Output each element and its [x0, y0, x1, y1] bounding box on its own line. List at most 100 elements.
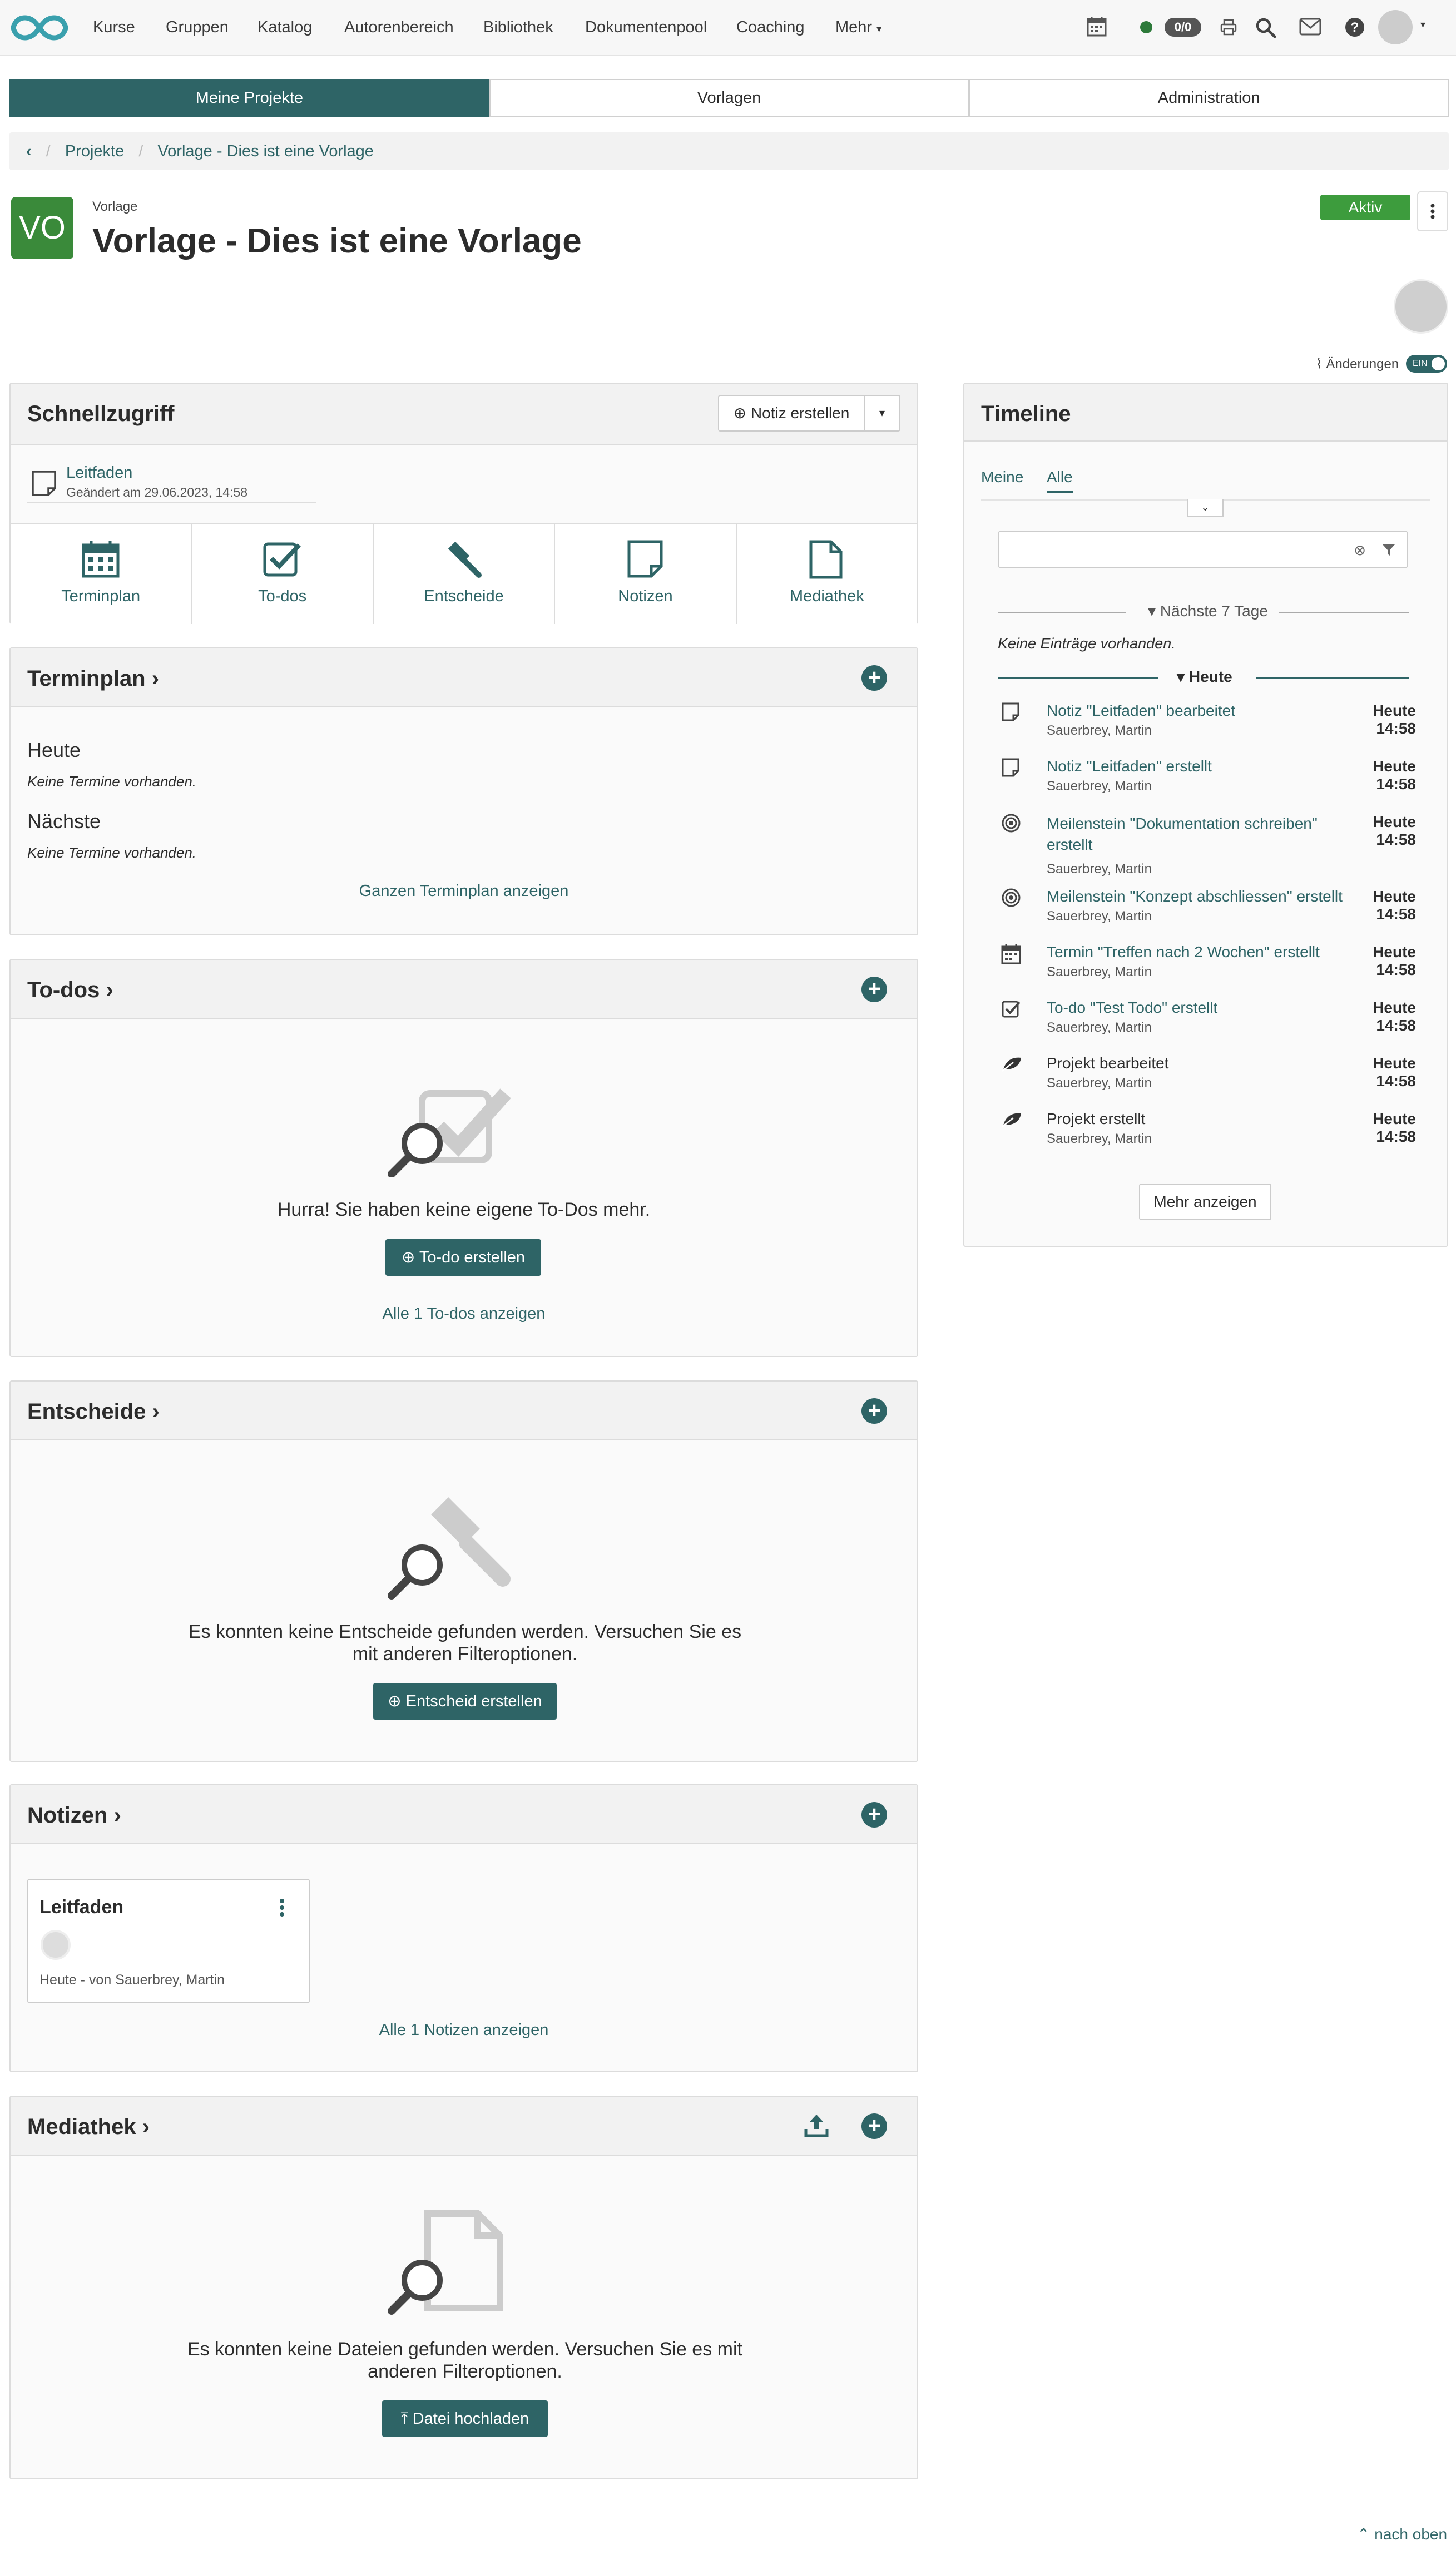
- add-appointment-button[interactable]: +: [861, 665, 887, 691]
- changes-toggle[interactable]: EIN: [1406, 355, 1447, 373]
- member-avatar[interactable]: [1394, 279, 1448, 334]
- timeline-entry-title[interactable]: Termin "Treffen nach 2 Wochen" erstellt: [1047, 943, 1364, 961]
- quick-access-title: Schnellzugriff: [27, 402, 175, 426]
- add-todo-button[interactable]: +: [861, 977, 887, 1002]
- milestone-icon: [1002, 814, 1021, 833]
- note-create-button[interactable]: ⊕ Notiz erstellen: [718, 395, 865, 432]
- nav-gruppen[interactable]: Gruppen: [166, 18, 229, 37]
- help-icon[interactable]: ?: [1345, 17, 1365, 40]
- upload-icon[interactable]: [804, 2112, 829, 2138]
- search-icon[interactable]: [1255, 17, 1277, 42]
- timeline-entry-title[interactable]: Notiz "Leitfaden" bearbeitet: [1047, 702, 1358, 720]
- next7-label: Nächste 7 Tage: [1160, 602, 1268, 620]
- time-clock: 14:58: [1376, 775, 1416, 793]
- media-title[interactable]: Mediathek ›: [27, 2115, 150, 2140]
- notes-title[interactable]: Notizen ›: [27, 1803, 121, 1828]
- note-card-meta: Heute - von Sauerbrey, Martin: [39, 1972, 225, 1988]
- create-decision-button[interactable]: ⊕ Entscheid erstellen: [373, 1683, 557, 1720]
- breadcrumb-current[interactable]: Vorlage - Dies ist eine Vorlage: [157, 142, 374, 160]
- tab-meine-projekte[interactable]: Meine Projekte: [9, 79, 489, 117]
- nav-mehr[interactable]: Mehr ▾: [835, 18, 881, 37]
- todos-title[interactable]: To-dos ›: [27, 978, 113, 1003]
- time-day: Heute: [1373, 1110, 1416, 1127]
- upload-file-button[interactable]: ⤒ Datei hochladen: [382, 2400, 548, 2437]
- project-actions-button[interactable]: [1417, 191, 1448, 231]
- timeline-entry: Projekt erstellt Sauerbrey, Martin: [1047, 1110, 1358, 1147]
- schedule-header[interactable]: Terminplan › +: [11, 648, 917, 707]
- quick-access-panel: Schnellzugriff ⊕ Notiz erstellen ▾ Leitf…: [9, 383, 918, 624]
- page-title: Vorlage - Dies ist eine Vorlage: [92, 222, 582, 260]
- add-decision-button[interactable]: +: [861, 1398, 887, 1424]
- nav-bibliothek[interactable]: Bibliothek: [483, 18, 553, 37]
- nav-kurse[interactable]: Kurse: [93, 18, 135, 37]
- user-menu-caret-icon[interactable]: ▾: [1420, 19, 1425, 31]
- nav-dokumentenpool[interactable]: Dokumentenpool: [585, 18, 707, 37]
- nav-katalog[interactable]: Katalog: [257, 18, 312, 37]
- nav-coaching[interactable]: Coaching: [736, 18, 805, 37]
- notification-counter[interactable]: 0/0: [1165, 18, 1201, 37]
- breadcrumb-projekte[interactable]: Projekte: [65, 142, 124, 160]
- tile-notizen[interactable]: Notizen: [555, 524, 737, 624]
- schedule-today-heading: Heute: [27, 739, 81, 761]
- todos-title-text: To-dos: [27, 978, 100, 1002]
- tile-todos[interactable]: To-dos: [192, 524, 374, 624]
- timeline-entry-time: Heute 14:58: [1373, 813, 1416, 849]
- filter-collapse-toggle[interactable]: ⌄: [1187, 499, 1224, 517]
- calendar-icon[interactable]: [1087, 16, 1107, 39]
- divider: [998, 612, 1126, 613]
- time-day: Heute: [1373, 757, 1416, 775]
- show-more-button[interactable]: Mehr anzeigen: [1139, 1184, 1271, 1220]
- status-badge[interactable]: Aktiv: [1320, 195, 1410, 220]
- notes-header[interactable]: Notizen › +: [11, 1785, 917, 1844]
- mail-icon[interactable]: [1299, 18, 1321, 38]
- todos-header[interactable]: To-dos › +: [11, 960, 917, 1019]
- todo-icon: [263, 542, 301, 577]
- time-clock: 14:58: [1376, 961, 1416, 978]
- empty-decisions-illustration: [388, 1497, 511, 1600]
- time-day: Heute: [1373, 702, 1416, 719]
- add-media-button[interactable]: +: [861, 2113, 887, 2139]
- back-to-top-link[interactable]: ⌃ nach oben: [1357, 2525, 1447, 2543]
- time-clock: 14:58: [1376, 1072, 1416, 1090]
- notes-show-all-link[interactable]: Alle 1 Notizen anzeigen: [11, 2021, 917, 2039]
- schedule-panel: Terminplan › + Heute Keine Termine vorha…: [9, 647, 918, 935]
- tile-entscheide[interactable]: Entscheide: [373, 524, 556, 624]
- add-note-button[interactable]: +: [861, 1802, 887, 1828]
- filter-icon[interactable]: [1381, 543, 1396, 557]
- decisions-title[interactable]: Entscheide ›: [27, 1399, 160, 1424]
- timeline-entry-title[interactable]: Meilenstein "Dokumentation schreiben" er…: [1047, 813, 1347, 855]
- tile-notizen-label: Notizen: [618, 587, 673, 605]
- clear-icon[interactable]: ⊗: [1354, 542, 1366, 559]
- kebab-icon[interactable]: [276, 1897, 288, 1919]
- back-icon[interactable]: ‹: [26, 142, 32, 160]
- note-dropdown-button[interactable]: ▾: [864, 395, 900, 432]
- note-card[interactable]: Leitfaden Heute - von Sauerbrey, Martin: [27, 1879, 310, 2003]
- time-clock: 14:58: [1376, 720, 1416, 737]
- create-todo-label: To-do erstellen: [419, 1249, 526, 1266]
- create-todo-button[interactable]: ⊕ To-do erstellen: [385, 1239, 541, 1276]
- timeline-tab-meine[interactable]: Meine: [981, 468, 1023, 486]
- user-avatar[interactable]: [1378, 10, 1413, 44]
- media-header[interactable]: Mediathek › +: [11, 2097, 917, 2156]
- tile-mediathek[interactable]: Mediathek: [736, 524, 918, 624]
- schedule-show-all-link[interactable]: Ganzen Terminplan anzeigen: [11, 882, 917, 900]
- recent-item[interactable]: Leitfaden Geändert am 29.06.2023, 14:58: [27, 462, 316, 503]
- print-icon[interactable]: [1220, 19, 1237, 38]
- timeline-entry-title[interactable]: Notiz "Leitfaden" erstellt: [1047, 757, 1358, 775]
- today-toggle[interactable]: ▾ Heute: [1177, 667, 1232, 686]
- todos-show-all-link[interactable]: Alle 1 To-dos anzeigen: [11, 1305, 917, 1323]
- decisions-header[interactable]: Entscheide › +: [11, 1382, 917, 1440]
- timeline-search-input[interactable]: ⊗: [998, 531, 1408, 568]
- next7-toggle[interactable]: ▾ Nächste 7 Tage: [1148, 602, 1268, 620]
- tab-administration[interactable]: Administration: [969, 79, 1449, 117]
- nav-autorenbereich[interactable]: Autorenbereich: [344, 18, 454, 37]
- timeline-entry-title[interactable]: To-do "Test Todo" erstellt: [1047, 999, 1358, 1017]
- timeline-entry-title[interactable]: Meilenstein "Konzept abschliessen" erste…: [1047, 888, 1364, 905]
- tab-vorlagen[interactable]: Vorlagen: [489, 79, 969, 117]
- rss-icon: ⌇: [1316, 356, 1323, 372]
- logo-icon[interactable]: [10, 13, 69, 45]
- timeline-tab-alle[interactable]: Alle: [1047, 468, 1073, 493]
- upload-file-label: Datei hochladen: [412, 2410, 529, 2428]
- schedule-title[interactable]: Terminplan ›: [27, 666, 159, 691]
- tile-terminplan[interactable]: Terminplan: [11, 524, 192, 624]
